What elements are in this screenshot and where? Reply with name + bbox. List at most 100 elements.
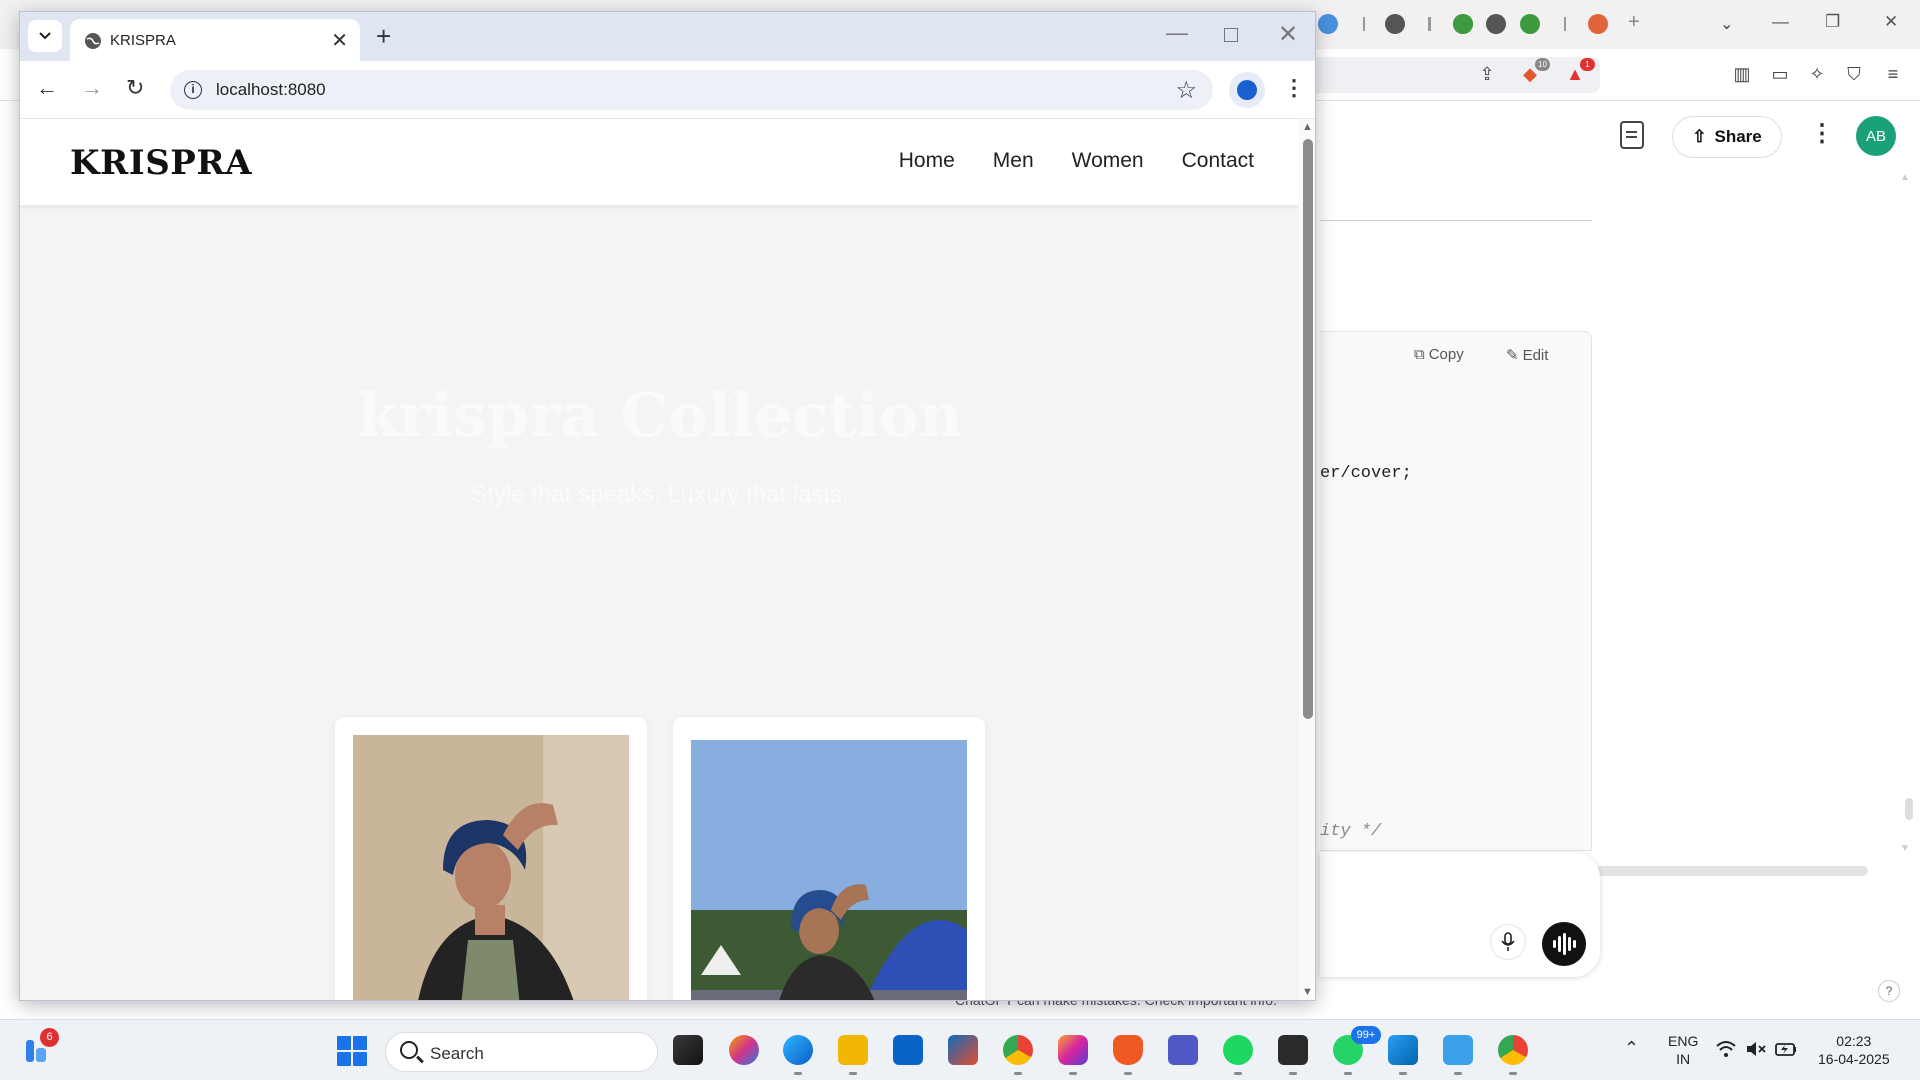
share-page-icon[interactable]: ⇪ <box>1474 61 1500 87</box>
restore-icon[interactable]: ❐ <box>1825 12 1840 32</box>
voice-bar <box>1562 933 1566 955</box>
site-logo[interactable]: KRISPRA <box>70 143 252 183</box>
language-indicator[interactable]: ENG IN <box>1668 1032 1698 1068</box>
bookmark-star-icon[interactable]: ☆ <box>1175 76 1197 105</box>
product-photo[interactable] <box>691 740 967 1000</box>
profile-button[interactable] <box>1229 72 1265 108</box>
edge-icon[interactable] <box>783 1035 813 1075</box>
share-button[interactable]: ⇧ Share <box>1672 116 1782 158</box>
tab-search-button[interactable] <box>28 20 62 52</box>
scroll-thumb[interactable] <box>1303 139 1313 719</box>
spotify-icon[interactable] <box>1223 1035 1253 1075</box>
webcam-tab-icon[interactable] <box>1385 14 1405 34</box>
speaker-muted-icon[interactable] <box>1745 1039 1767 1059</box>
claude-tab-icon[interactable] <box>1588 14 1608 34</box>
tab-separator <box>1363 17 1365 31</box>
forward-arrow-icon[interactable]: → <box>81 75 103 101</box>
avatar[interactable]: AB <box>1856 116 1896 156</box>
scroll-up-arrow-icon[interactable]: ▲ <box>1900 172 1910 183</box>
outlook-icon[interactable] <box>893 1035 923 1065</box>
tab-list-chevron-icon[interactable]: ⌄ <box>1720 14 1733 34</box>
site-header: KRISPRA Home Men Women Contact <box>20 119 1299 205</box>
globe-tab-icon[interactable] <box>1486 14 1506 34</box>
close-tab-icon[interactable]: ✕ <box>331 28 348 53</box>
terminal-icon[interactable] <box>1278 1035 1308 1075</box>
wallet-icon[interactable]: ▭ <box>1767 61 1793 87</box>
product-card[interactable] <box>335 717 647 1000</box>
hamburger-menu-icon[interactable]: ≡ <box>1880 61 1906 87</box>
minimize-icon[interactable]: — <box>1772 12 1789 32</box>
close-window-icon[interactable]: ✕ <box>1278 20 1298 49</box>
edit-button[interactable]: ✎ Edit <box>1506 346 1548 365</box>
document-icon[interactable] <box>1620 121 1644 149</box>
clock[interactable]: 02:23 16-04-2025 <box>1818 1032 1890 1068</box>
chrome-icon[interactable] <box>1003 1035 1033 1075</box>
start-button[interactable] <box>337 1036 367 1066</box>
file-explorer-icon[interactable] <box>838 1035 868 1075</box>
notepad-icon[interactable] <box>1443 1035 1473 1075</box>
task-view-icon[interactable] <box>673 1035 703 1065</box>
nav-home-link[interactable]: Home <box>899 149 955 173</box>
new-tab-plus-icon[interactable]: + <box>1628 11 1640 34</box>
chrome-menu-icon[interactable]: ⋮ <box>1283 75 1305 101</box>
copilot-icon[interactable] <box>729 1035 759 1065</box>
page-scrollbar[interactable]: ▲ ▼ <box>1299 119 1315 1000</box>
taskbar-search-box[interactable]: Search <box>385 1032 658 1072</box>
horizontal-scrollbar[interactable] <box>1596 866 1868 876</box>
code-comment: ity */ <box>1320 822 1382 841</box>
chat-input-box[interactable] <box>1320 852 1600 977</box>
scroll-down-arrow-icon[interactable]: ▼ <box>1900 843 1910 854</box>
more-options-icon[interactable]: ⋮ <box>1810 119 1834 148</box>
cloud-tab-icon[interactable] <box>1318 14 1338 34</box>
scroll-down-arrow-icon[interactable]: ▼ <box>1302 986 1313 998</box>
scroll-thumb[interactable] <box>1905 798 1913 820</box>
whatsapp-icon[interactable]: 99+ <box>1333 1026 1381 1075</box>
hero-subtitle: Style that speaks. Luxury that lasts. <box>471 481 849 508</box>
maximize-icon[interactable] <box>1224 28 1238 42</box>
battery-charging-icon[interactable] <box>1775 1039 1797 1059</box>
brave-rewards-icon[interactable]: ▲ 1 <box>1562 58 1595 87</box>
sidebar-toggle-icon[interactable]: ▥ <box>1729 61 1755 87</box>
store-icon[interactable] <box>948 1035 978 1065</box>
vscode-icon[interactable] <box>1388 1035 1418 1075</box>
tab-krispra[interactable]: KRISPRA ✕ <box>70 19 360 61</box>
windows-logo-pane <box>337 1052 351 1066</box>
voice-mode-button[interactable] <box>1542 922 1586 966</box>
voice-bar <box>1557 936 1561 952</box>
nav-men-link[interactable]: Men <box>993 149 1034 173</box>
address-bar[interactable]: i localhost:8080 ☆ <box>170 70 1213 110</box>
brave-badge: 10 <box>1535 58 1550 71</box>
background-address-bar[interactable] <box>1290 57 1600 93</box>
site-info-icon[interactable]: i <box>184 81 202 99</box>
nav-contact-link[interactable]: Contact <box>1182 149 1254 173</box>
wifi-icon[interactable] <box>1715 1039 1737 1059</box>
close-window-icon[interactable]: ✕ <box>1884 12 1898 32</box>
product-image <box>691 740 967 1000</box>
teams-icon[interactable] <box>1168 1035 1198 1065</box>
reload-icon[interactable]: ↻ <box>126 75 144 101</box>
widgets-button[interactable]: 6 <box>24 1028 59 1066</box>
new-tab-plus-icon[interactable]: + <box>376 21 391 52</box>
chrome-icon-2[interactable] <box>1498 1035 1528 1075</box>
nav-women-link[interactable]: Women <box>1072 149 1144 173</box>
scroll-up-arrow-icon[interactable]: ▲ <box>1302 121 1313 133</box>
url-text[interactable]: localhost:8080 <box>216 80 326 100</box>
vpn-icon[interactable]: ⛉ <box>1841 61 1867 87</box>
back-arrow-icon[interactable]: ← <box>36 75 58 101</box>
microphone-button[interactable] <box>1490 924 1526 960</box>
copy-button[interactable]: ⧉ Copy <box>1414 346 1464 363</box>
instagram-icon[interactable] <box>1058 1035 1088 1075</box>
brave-shield-icon[interactable]: ◆ 10 <box>1517 58 1550 87</box>
balloon-tab-icon-2[interactable] <box>1520 14 1540 34</box>
leo-ai-icon[interactable]: ✧ <box>1804 61 1830 87</box>
search-icon <box>400 1041 418 1059</box>
windows-logo-pane <box>353 1052 367 1066</box>
product-photo[interactable] <box>353 735 629 1000</box>
brave-icon[interactable] <box>1113 1035 1143 1075</box>
minimize-icon[interactable]: — <box>1166 20 1188 46</box>
balloon-tab-icon[interactable] <box>1453 14 1473 34</box>
tray-chevron-up-icon[interactable]: ⌃ <box>1624 1038 1639 1059</box>
widgets-badge: 6 <box>40 1028 59 1047</box>
product-card[interactable] <box>673 717 985 1000</box>
help-button[interactable]: ? <box>1878 980 1900 1002</box>
